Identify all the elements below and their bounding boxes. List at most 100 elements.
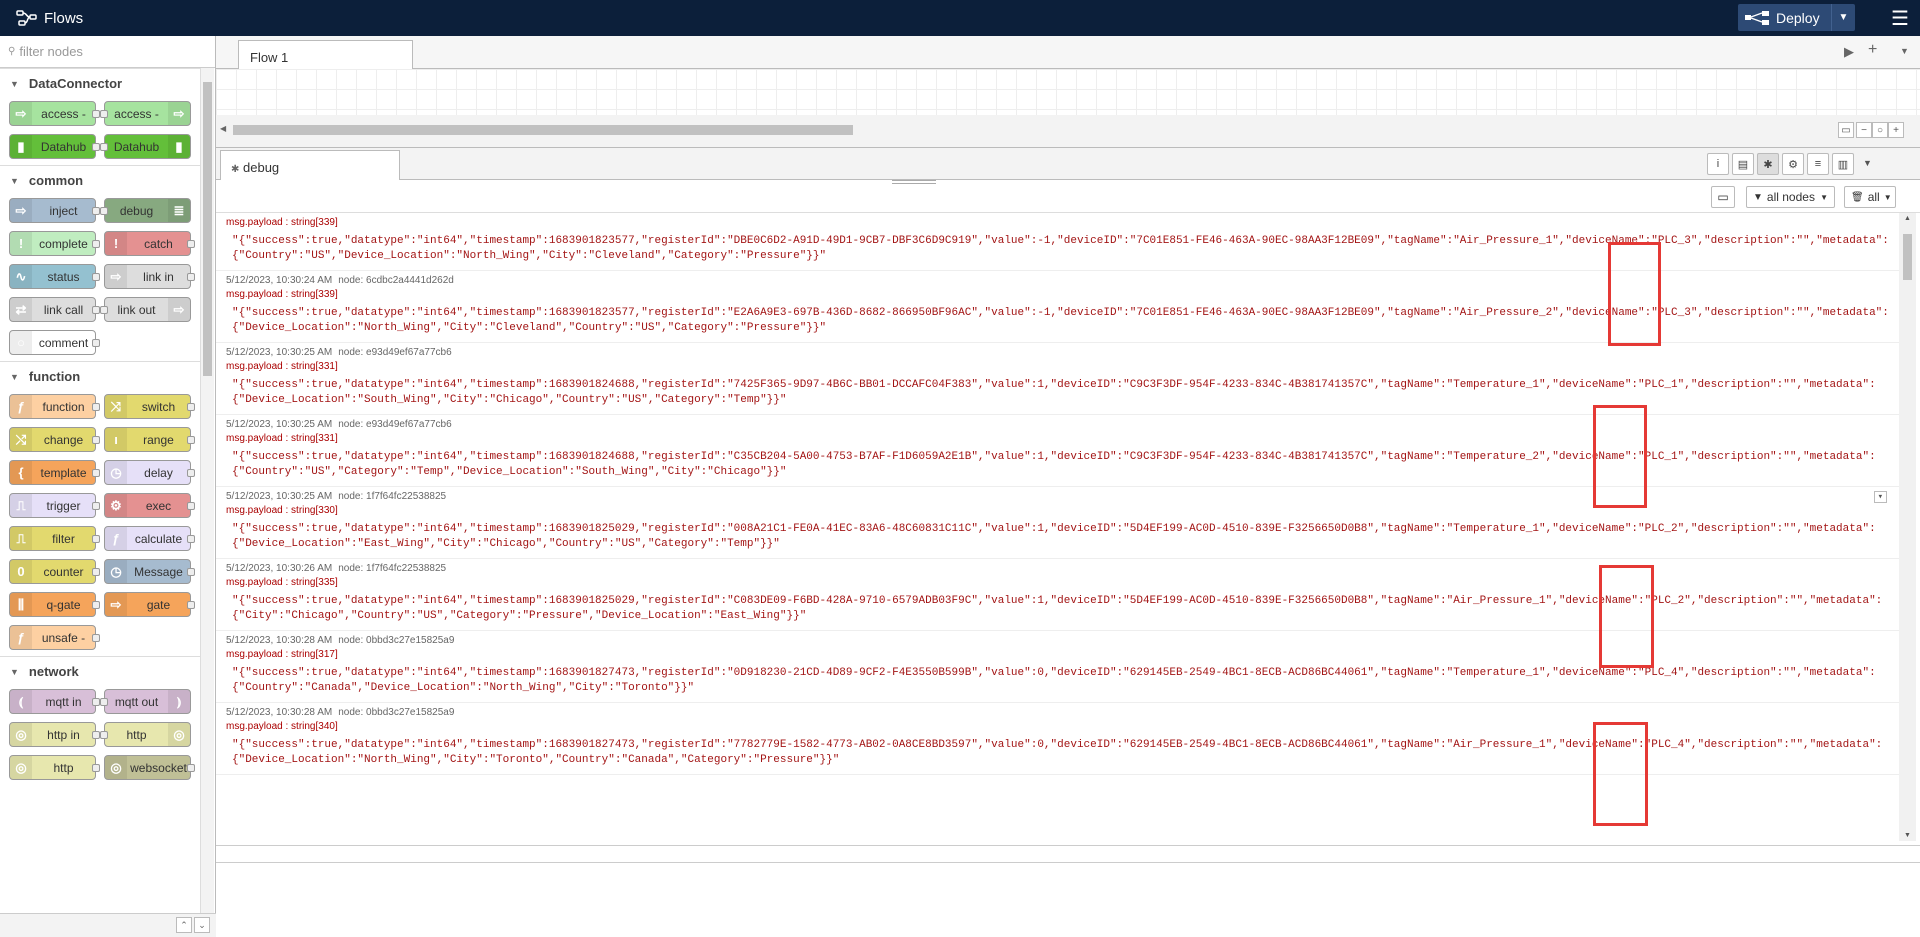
debug-clear-button[interactable]: 🗑 all ▼: [1844, 186, 1896, 208]
navigator-icon[interactable]: ▭: [1838, 122, 1854, 138]
debug-message[interactable]: 5/12/2023, 10:30:25 AM node: e93d49ef67a7…: [216, 343, 1899, 415]
debug-message-list[interactable]: msg.payload : string[339] "{"success":tru…: [216, 213, 1899, 841]
debug-bug-icon[interactable]: ✱: [1757, 153, 1779, 175]
flow-canvas[interactable]: [216, 69, 1920, 115]
help-book-icon[interactable]: ▤: [1732, 153, 1754, 175]
debug-message-node-link[interactable]: node: 0bbd3c27e15825a9: [338, 635, 454, 646]
palette-node[interactable]: ⤭ change: [9, 427, 100, 452]
debug-message-payload[interactable]: "{"success":true,"datatype":"int64","tim…: [226, 230, 1899, 266]
palette-node[interactable]: ▮ Datahub: [9, 134, 100, 159]
deploy-button[interactable]: Deploy ▼: [1738, 4, 1855, 31]
palette-node[interactable]: ƒ function: [9, 394, 100, 419]
debug-message-node-link[interactable]: node: 6cdbc2a4441d262d: [338, 275, 454, 286]
main-menu-icon[interactable]: ☰: [1880, 0, 1920, 36]
palette-node[interactable]: ◷ Message: [104, 559, 195, 584]
palette-node[interactable]: ⇄ link call: [9, 297, 100, 322]
debug-message[interactable]: 5/12/2023, 10:30:25 AM node: 1f7f64fc2253…: [216, 487, 1899, 559]
palette-node[interactable]: ◷ delay: [104, 460, 195, 485]
message-menu-icon[interactable]: ▾: [1873, 491, 1887, 503]
palette-node[interactable]: ! catch: [104, 231, 195, 256]
palette-node[interactable]: ▮ Datahub: [100, 134, 191, 159]
palette-node[interactable]: ƒ unsafe -: [9, 625, 100, 650]
palette-node[interactable]: ⇨ inject: [9, 198, 100, 223]
zoom-out-icon[interactable]: −: [1856, 122, 1872, 138]
debug-filter-button[interactable]: ▼ all nodes ▼: [1746, 186, 1835, 208]
palette-node[interactable]: ≣ debug: [100, 198, 191, 223]
debug-message-node-link[interactable]: node: e93d49ef67a77cb6: [338, 419, 451, 430]
tab-flow-1[interactable]: Flow 1: [238, 40, 413, 70]
debug-message-node-link[interactable]: node: e93d49ef67a77cb6: [338, 347, 451, 358]
open-debug-window-icon[interactable]: ▭: [1711, 186, 1735, 208]
palette-node[interactable]: ƒ calculate: [104, 526, 195, 551]
debug-message[interactable]: msg.payload : string[339] "{"success":tru…: [216, 213, 1899, 271]
config-gear-icon[interactable]: ⚙: [1782, 153, 1804, 175]
palette-node[interactable]: ⎍ filter: [9, 526, 100, 551]
debug-message-payload[interactable]: "{"success":true,"datatype":"int64","tim…: [226, 374, 1899, 410]
debug-message[interactable]: 5/12/2023, 10:30:28 AM node: 0bbd3c27e158…: [216, 631, 1899, 703]
palette-node[interactable]: ⤨ switch: [104, 394, 195, 419]
palette-scrollbar[interactable]: [200, 68, 214, 913]
debug-message-payload[interactable]: "{"success":true,"datatype":"int64","tim…: [226, 302, 1899, 338]
palette-category-common[interactable]: ▼ common: [0, 165, 200, 195]
deploy-menu-caret-icon[interactable]: ▼: [1831, 4, 1855, 31]
debug-message-payload[interactable]: "{"success":true,"datatype":"int64","tim…: [226, 734, 1899, 770]
debug-message-payload[interactable]: "{"success":true,"datatype":"int64","tim…: [226, 518, 1899, 554]
debug-scroll-thumb[interactable]: [1903, 234, 1912, 280]
debug-message[interactable]: 5/12/2023, 10:30:26 AM node: 1f7f64fc2253…: [216, 559, 1899, 631]
scroll-left-icon[interactable]: ◀: [220, 124, 226, 133]
sidebar-resize-handle[interactable]: [892, 180, 936, 184]
workspace-scroll-thumb[interactable]: [233, 125, 853, 135]
debug-message-payload[interactable]: "{"success":true,"datatype":"int64","tim…: [226, 446, 1899, 482]
context-data-icon[interactable]: ≡: [1807, 153, 1829, 175]
debug-message-payload[interactable]: "{"success":true,"datatype":"int64","tim…: [226, 662, 1899, 698]
palette-node[interactable]: ⇨ gate: [104, 592, 195, 617]
collapse-all-icon[interactable]: ⌃: [176, 917, 192, 933]
palette-node[interactable]: ⦅ mqtt in: [9, 689, 100, 714]
flow-list-caret-icon[interactable]: ▼: [1900, 46, 1909, 56]
palette-node[interactable]: ⇨ link out: [100, 297, 191, 322]
palette-category-function[interactable]: ▼ function: [0, 361, 200, 391]
workspace-horizontal-scrollbar[interactable]: ◀ ▭ − ○ +: [216, 115, 1920, 148]
debug-message-payload[interactable]: "{"success":true,"datatype":"int64","tim…: [226, 590, 1899, 626]
sidebar-menu-caret-icon[interactable]: ▼: [1863, 158, 1872, 168]
palette-node[interactable]: ○ comment: [9, 330, 100, 355]
palette-node[interactable]: ⇨ access -: [100, 101, 191, 126]
palette-search[interactable]: ⚲ filter nodes: [0, 36, 215, 68]
zoom-in-icon[interactable]: +: [1888, 122, 1904, 138]
palette-node[interactable]: ⦆ mqtt out: [100, 689, 191, 714]
debug-message[interactable]: 5/12/2023, 10:30:25 AM node: e93d49ef67a7…: [216, 415, 1899, 487]
scroll-down-icon[interactable]: ▼: [1904, 832, 1911, 839]
palette-scroll-thumb[interactable]: [203, 82, 212, 376]
palette-category-network[interactable]: ▼ network: [0, 656, 200, 686]
tab-debug[interactable]: ✱ debug: [220, 150, 400, 181]
palette-filter-input[interactable]: filter nodes: [19, 44, 83, 59]
debug-message-node-link[interactable]: node: 1f7f64fc22538825: [338, 491, 446, 502]
palette-node[interactable]: ◎ http in: [9, 722, 100, 747]
palette-category-dataconnector[interactable]: ▼ DataConnector: [0, 68, 200, 98]
debug-message[interactable]: 5/12/2023, 10:30:24 AM node: 6cdbc2a4441d…: [216, 271, 1899, 343]
palette-node[interactable]: ∿ status: [9, 264, 100, 289]
palette-node[interactable]: ⚙ exec: [104, 493, 195, 518]
palette-node[interactable]: ◎ http: [100, 722, 191, 747]
debug-message-node-link[interactable]: node: 1f7f64fc22538825: [338, 563, 446, 574]
palette-node[interactable]: ⇨ access -: [9, 101, 100, 126]
debug-message-node-link[interactable]: node: 0bbd3c27e15825a9: [338, 707, 454, 718]
palette-node[interactable]: ⇨ link in: [104, 264, 195, 289]
palette-node[interactable]: 0 counter: [9, 559, 100, 584]
scroll-up-icon[interactable]: ▲: [1904, 215, 1911, 222]
palette-node[interactable]: ı range: [104, 427, 195, 452]
scroll-tabs-right-icon[interactable]: ▶: [1844, 44, 1854, 60]
info-icon[interactable]: i: [1707, 153, 1729, 175]
add-flow-icon[interactable]: +: [1868, 41, 1877, 59]
debug-scrollbar[interactable]: ▲ ▼: [1899, 213, 1916, 841]
palette-node[interactable]: ⫼ q-gate: [9, 592, 100, 617]
debug-message[interactable]: 5/12/2023, 10:30:28 AM node: 0bbd3c27e158…: [216, 703, 1899, 775]
palette-node[interactable]: {template: [9, 460, 100, 485]
dashboard-chart-icon[interactable]: ▥: [1832, 153, 1854, 175]
palette-node[interactable]: ! complete: [9, 231, 100, 256]
palette-node[interactable]: ⎍ trigger: [9, 493, 100, 518]
palette-node[interactable]: ◎ http: [9, 755, 100, 780]
palette-node[interactable]: ◎ websocket: [104, 755, 195, 780]
expand-all-icon[interactable]: ⌄: [194, 917, 210, 933]
zoom-reset-icon[interactable]: ○: [1872, 122, 1888, 138]
